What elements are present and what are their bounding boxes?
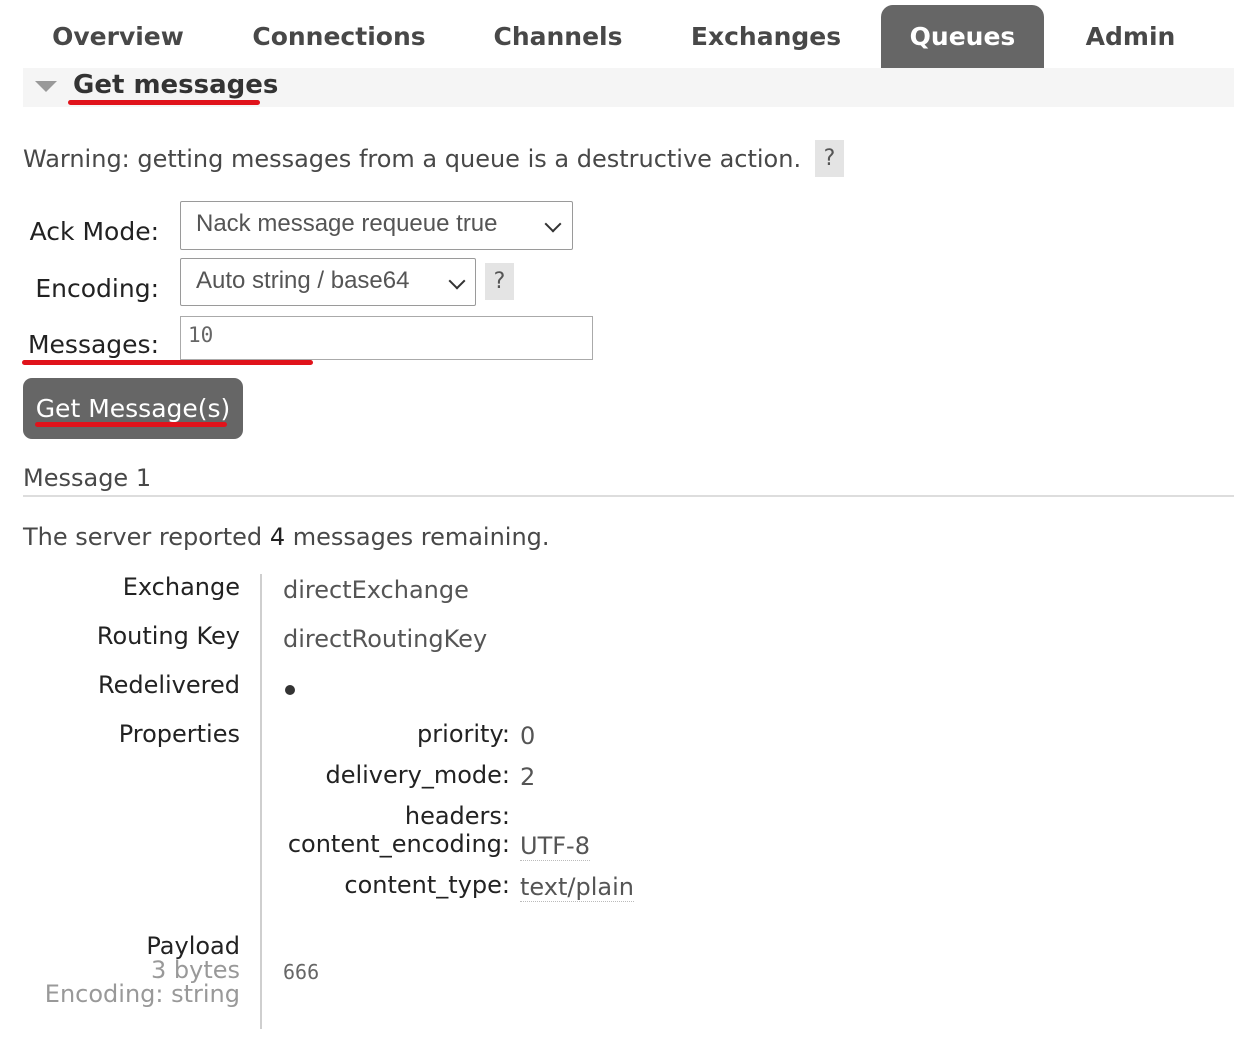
- tab-connections[interactable]: Connections: [230, 5, 448, 68]
- delivery-mode-label: delivery_mode:: [325, 761, 510, 789]
- redelivered-bullet-icon: [285, 685, 295, 695]
- delivery-mode-value: 2: [520, 763, 536, 791]
- highlight-underline: [68, 100, 260, 105]
- tab-queues[interactable]: Queues: [881, 5, 1044, 68]
- encoding-label: Encoding:: [35, 274, 159, 303]
- tab-admin[interactable]: Admin: [1073, 5, 1188, 68]
- tab-channels[interactable]: Channels: [473, 5, 643, 68]
- payload-encoding: Encoding: string: [44, 980, 240, 1008]
- highlight-underline: [22, 360, 313, 365]
- collapse-triangle-icon[interactable]: [35, 81, 57, 92]
- redelivered-label: Redelivered: [97, 671, 240, 699]
- highlight-underline: [35, 422, 227, 427]
- ack-mode-select[interactable]: Nack message requeue true: [180, 201, 573, 250]
- routing-key-value: directRoutingKey: [283, 625, 488, 653]
- details-divider: [260, 574, 262, 1029]
- headers-label: headers:: [404, 802, 510, 830]
- encoding-value: Auto string / base64: [196, 267, 410, 294]
- section-title: Get messages: [73, 70, 279, 100]
- remaining-text: The server reported 4 messages remaining…: [23, 523, 550, 551]
- message-heading: Message 1: [23, 464, 152, 492]
- properties-label: Properties: [118, 720, 240, 748]
- exchange-value: directExchange: [283, 576, 469, 604]
- content-type-value: text/plain: [520, 873, 634, 902]
- chevron-down-icon: [544, 215, 562, 233]
- priority-label: priority:: [417, 720, 510, 748]
- content-encoding-label: content_encoding:: [287, 830, 510, 858]
- priority-value: 0: [520, 722, 536, 750]
- warning-help-button[interactable]: ?: [815, 140, 844, 177]
- messages-label: Messages:: [27, 330, 159, 359]
- ack-mode-value: Nack message requeue true: [196, 210, 498, 237]
- tab-exchanges[interactable]: Exchanges: [673, 5, 859, 68]
- warning-text: Warning: getting messages from a queue i…: [23, 145, 802, 173]
- content-type-label: content_type:: [344, 871, 510, 899]
- tab-overview[interactable]: Overview: [23, 5, 213, 68]
- encoding-select[interactable]: Auto string / base64: [180, 258, 476, 306]
- remaining-suffix: messages remaining.: [292, 523, 550, 551]
- exchange-label: Exchange: [122, 573, 240, 601]
- routing-key-label: Routing Key: [96, 622, 240, 650]
- chevron-down-icon: [448, 272, 466, 290]
- content-encoding-value: UTF-8: [520, 832, 590, 861]
- encoding-help-button[interactable]: ?: [485, 263, 514, 300]
- get-messages-button[interactable]: Get Message(s): [23, 378, 243, 439]
- remaining-prefix: The server reported: [23, 523, 263, 551]
- main-nav: Overview Connections Channels Exchanges …: [23, 5, 1234, 70]
- payload-value: 666: [283, 960, 320, 984]
- remaining-count: 4: [269, 523, 286, 551]
- messages-count-input[interactable]: 10: [180, 316, 593, 360]
- divider: [23, 495, 1234, 497]
- ack-mode-label: Ack Mode:: [29, 217, 159, 246]
